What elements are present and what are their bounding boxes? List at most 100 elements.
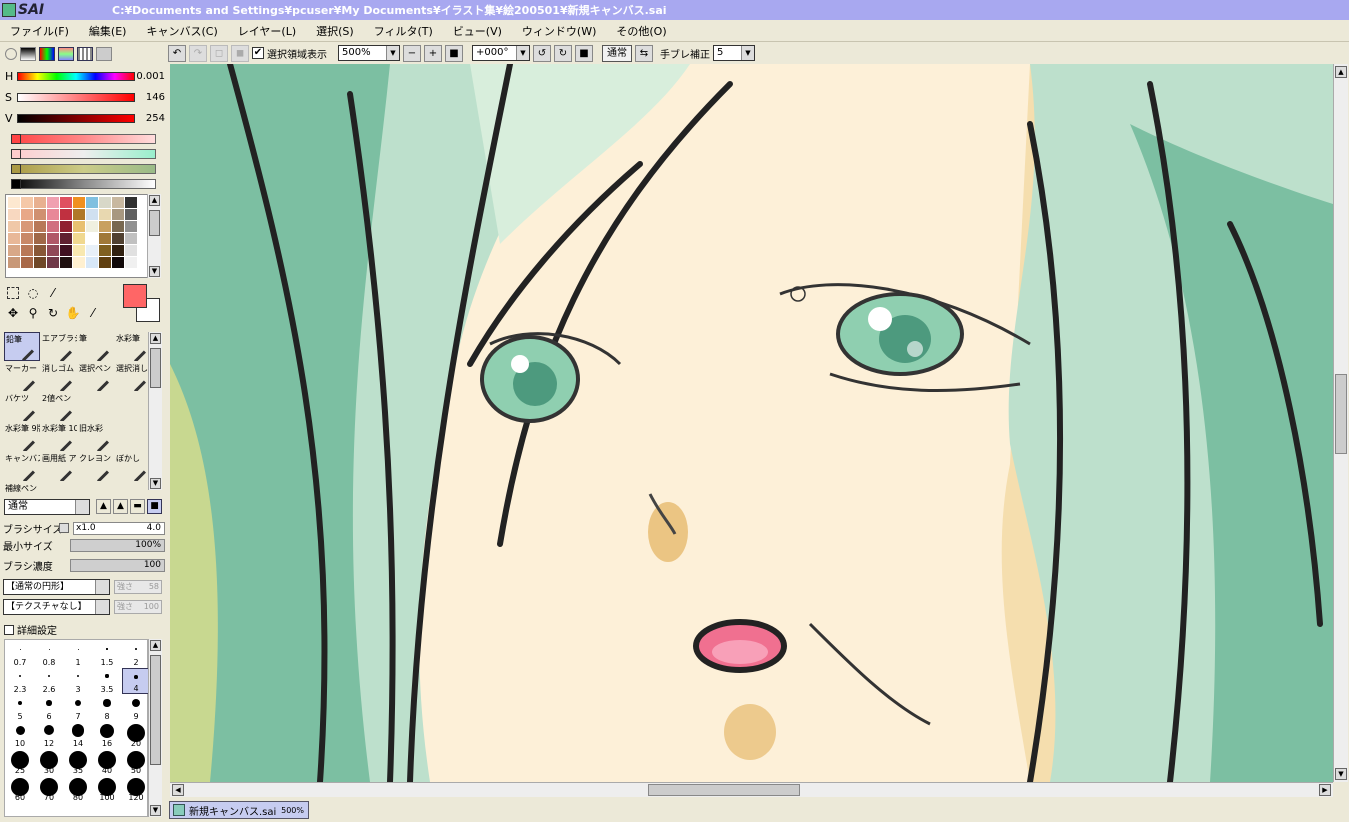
tool-slot[interactable]: 旧水彩 [78, 422, 114, 451]
move-icon[interactable]: ✥ [5, 305, 21, 321]
texture-strength-field[interactable]: 強さ 100 [114, 600, 162, 614]
palette-swatch[interactable] [125, 209, 137, 220]
palette-swatch[interactable] [47, 197, 59, 208]
palette-swatch[interactable] [60, 257, 72, 268]
scroll-up-icon[interactable]: ▲ [150, 333, 161, 344]
tool-slot[interactable]: キャンバス アクリル [4, 452, 40, 481]
palette-swatch[interactable] [99, 257, 111, 268]
scroll-down-icon[interactable]: ▼ [150, 478, 161, 489]
scroll-down-icon[interactable]: ▼ [150, 805, 161, 816]
tool-slot[interactable]: バケツ [4, 392, 40, 421]
tool-scrollbar[interactable]: ▲ ▼ [148, 332, 162, 490]
size-preset-scrollbar[interactable]: ▲ ▼ [148, 639, 162, 817]
menu-item-2[interactable]: キャンバス(C) [136, 23, 227, 39]
eyedropper-icon[interactable]: ⁄ [85, 305, 101, 321]
invert-select-button[interactable]: ◼ [231, 44, 249, 62]
palette-swatch[interactable] [99, 197, 111, 208]
palette-swatch[interactable] [86, 221, 98, 232]
color-wheel-icon[interactable] [5, 48, 17, 60]
stabilizer-select[interactable]: 5 ▼ [713, 45, 755, 61]
blend-mode-select[interactable]: 通常 [4, 499, 90, 515]
scroll-up-icon[interactable]: ▲ [150, 640, 161, 651]
dropdown-arrow-icon[interactable]: ▼ [516, 46, 529, 60]
palette-swatch[interactable] [21, 233, 33, 244]
hue-slider[interactable] [17, 72, 135, 81]
hand-icon[interactable]: ✋ [65, 305, 81, 321]
palette-swatch[interactable] [73, 233, 85, 244]
size-preset[interactable]: 35 [64, 749, 92, 775]
tool-slot[interactable]: 2値ペン [41, 392, 77, 421]
tool-slot[interactable]: 筆 [78, 332, 114, 361]
tool-slot[interactable]: 画用紙 アクリル [41, 452, 77, 481]
size-preset[interactable]: 8 [93, 695, 121, 721]
palette-swatch[interactable] [125, 221, 137, 232]
palette-swatch[interactable] [112, 209, 124, 220]
zoom-in-button[interactable]: + [424, 44, 442, 62]
menu-item-6[interactable]: ビュー(V) [443, 23, 512, 39]
mixer-bar-4[interactable] [11, 179, 156, 189]
palette-swatch[interactable] [8, 209, 20, 220]
zoom-icon[interactable]: ⚲ [25, 305, 41, 321]
size-preset[interactable]: 25 [6, 749, 34, 775]
palette-swatch[interactable] [86, 233, 98, 244]
palette-swatch[interactable] [112, 245, 124, 256]
rect-select-icon[interactable] [7, 287, 19, 299]
size-preset[interactable]: 10 [6, 722, 34, 748]
palette-swatch[interactable] [21, 221, 33, 232]
palette-swatch[interactable] [21, 245, 33, 256]
palette-swatch[interactable] [21, 257, 33, 268]
size-preset[interactable]: 3.5 [93, 668, 121, 694]
size-preset[interactable]: 20 [122, 722, 150, 748]
size-preset[interactable]: 1.5 [93, 641, 121, 667]
size-preset[interactable]: 50 [122, 749, 150, 775]
tool-slot[interactable]: 水彩筆 10版 [41, 422, 77, 451]
rotate-left-button[interactable]: ↺ [533, 44, 551, 62]
lasso-icon[interactable]: ◌ [25, 285, 41, 301]
redo-button[interactable]: ↷ [189, 44, 207, 62]
detail-checkbox[interactable] [4, 624, 14, 635]
show-selection-checkbox[interactable]: ✔ [252, 47, 264, 59]
scroll-thumb[interactable] [149, 210, 160, 236]
size-preset[interactable]: 14 [64, 722, 92, 748]
tool-slot[interactable]: マーカー [4, 362, 40, 391]
palette-swatch[interactable] [125, 245, 137, 256]
size-preset[interactable]: 16 [93, 722, 121, 748]
tool-slot[interactable]: エアブラシ [41, 332, 77, 361]
tool-slot[interactable] [115, 422, 151, 451]
tool-slot[interactable]: 選択消し [115, 362, 151, 391]
rotate-right-button[interactable]: ↻ [554, 44, 572, 62]
palette-swatch[interactable] [73, 221, 85, 232]
palette-swatch[interactable] [8, 257, 20, 268]
tool-slot[interactable]: 選択ペン [78, 362, 114, 391]
tool-slot[interactable]: 鉛筆 [4, 332, 40, 361]
palette-swatch[interactable] [34, 233, 46, 244]
size-preset[interactable]: 80 [64, 776, 92, 802]
palette-swatch[interactable] [86, 197, 98, 208]
size-preset[interactable]: 60 [6, 776, 34, 802]
menu-item-1[interactable]: 編集(E) [79, 23, 137, 39]
brush-texture-select[interactable]: 【テクスチャなし】 [3, 599, 110, 615]
palette-swatch[interactable] [47, 233, 59, 244]
tool-slot[interactable]: クレヨン [78, 452, 114, 481]
foreground-color-swatch[interactable] [123, 284, 147, 308]
hsv-slider-icon[interactable] [39, 47, 55, 61]
palette-swatch[interactable] [34, 197, 46, 208]
size-multiplier-button[interactable] [59, 523, 69, 533]
palette-swatch[interactable] [21, 209, 33, 220]
edge-soft-icon[interactable]: ▬ [130, 499, 145, 514]
size-preset[interactable]: 1 [64, 641, 92, 667]
size-preset[interactable]: 2.6 [35, 668, 63, 694]
brush-shape-select[interactable]: 【通常の円形】 [3, 579, 110, 595]
detail-settings-toggle[interactable]: 詳細設定 [4, 622, 57, 637]
canvas-horizontal-scrollbar[interactable]: ◀ ▶ [170, 782, 1333, 797]
rotate-reset-button[interactable]: ■ [575, 44, 593, 62]
brush-size-input[interactable]: x1.0 4.0 [73, 521, 165, 535]
size-preset[interactable]: 9 [122, 695, 150, 721]
tool-slot[interactable] [78, 392, 114, 421]
palette-swatch[interactable] [86, 209, 98, 220]
palette-swatch[interactable] [99, 221, 111, 232]
palette-swatch[interactable] [73, 209, 85, 220]
scroll-up-icon[interactable]: ▲ [149, 195, 160, 206]
edge-medium-icon[interactable]: ▲ [113, 499, 128, 514]
size-preset[interactable]: 0.7 [6, 641, 34, 667]
